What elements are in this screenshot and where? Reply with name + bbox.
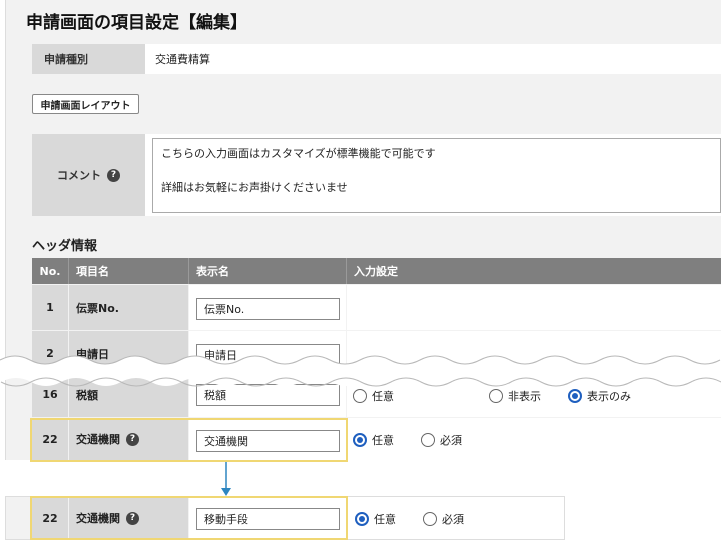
column-header-item: 項目名 [68, 258, 188, 284]
highlight-box [30, 496, 348, 540]
display-name-input[interactable]: 伝票No. [196, 298, 340, 320]
omission-wave [0, 355, 721, 387]
arrow-down-icon [221, 462, 231, 496]
radio-optional[interactable]: 任意 [353, 432, 394, 448]
radio-circle-selected [355, 512, 369, 526]
row-input-cell [347, 418, 721, 460]
application-type-value: 交通費精算 [145, 44, 721, 74]
page-title: 申請画面の項目設定【編集】 [26, 13, 247, 33]
radio-circle-selected [353, 433, 367, 447]
radio-required[interactable]: 必須 [421, 432, 462, 448]
column-header-no: No. [32, 258, 68, 284]
radio-optional[interactable]: 任意 [355, 511, 396, 527]
row-item: 伝票No. [69, 285, 188, 330]
layout-button[interactable]: 申請画面レイアウト [32, 94, 139, 114]
row-no: 1 [32, 285, 68, 330]
highlight-box [30, 418, 348, 462]
comment-label: コメント? [32, 134, 145, 216]
radio-required[interactable]: 必須 [423, 511, 464, 527]
application-type-label: 申請種別 [32, 44, 145, 74]
column-header-display: 表示名 [188, 258, 346, 284]
column-header-input: 入力設定 [346, 258, 721, 284]
question-circle-icon[interactable]: ? [107, 168, 120, 182]
comment-textarea[interactable]: こちらの入力画面はカスタマイズが標準機能で可能です 詳細はお気軽にお声掛けくださ… [152, 138, 721, 213]
comment-line-2: 詳細はお気軽にお声掛けくださいませ [161, 181, 348, 194]
header-section-title: ヘッダ情報 [32, 239, 98, 254]
comment-line-1: こちらの入力画面はカスタマイズが標準機能で可能です [161, 147, 436, 160]
row-input-cell [347, 285, 721, 330]
radio-circle [423, 512, 437, 526]
radio-circle [421, 433, 435, 447]
